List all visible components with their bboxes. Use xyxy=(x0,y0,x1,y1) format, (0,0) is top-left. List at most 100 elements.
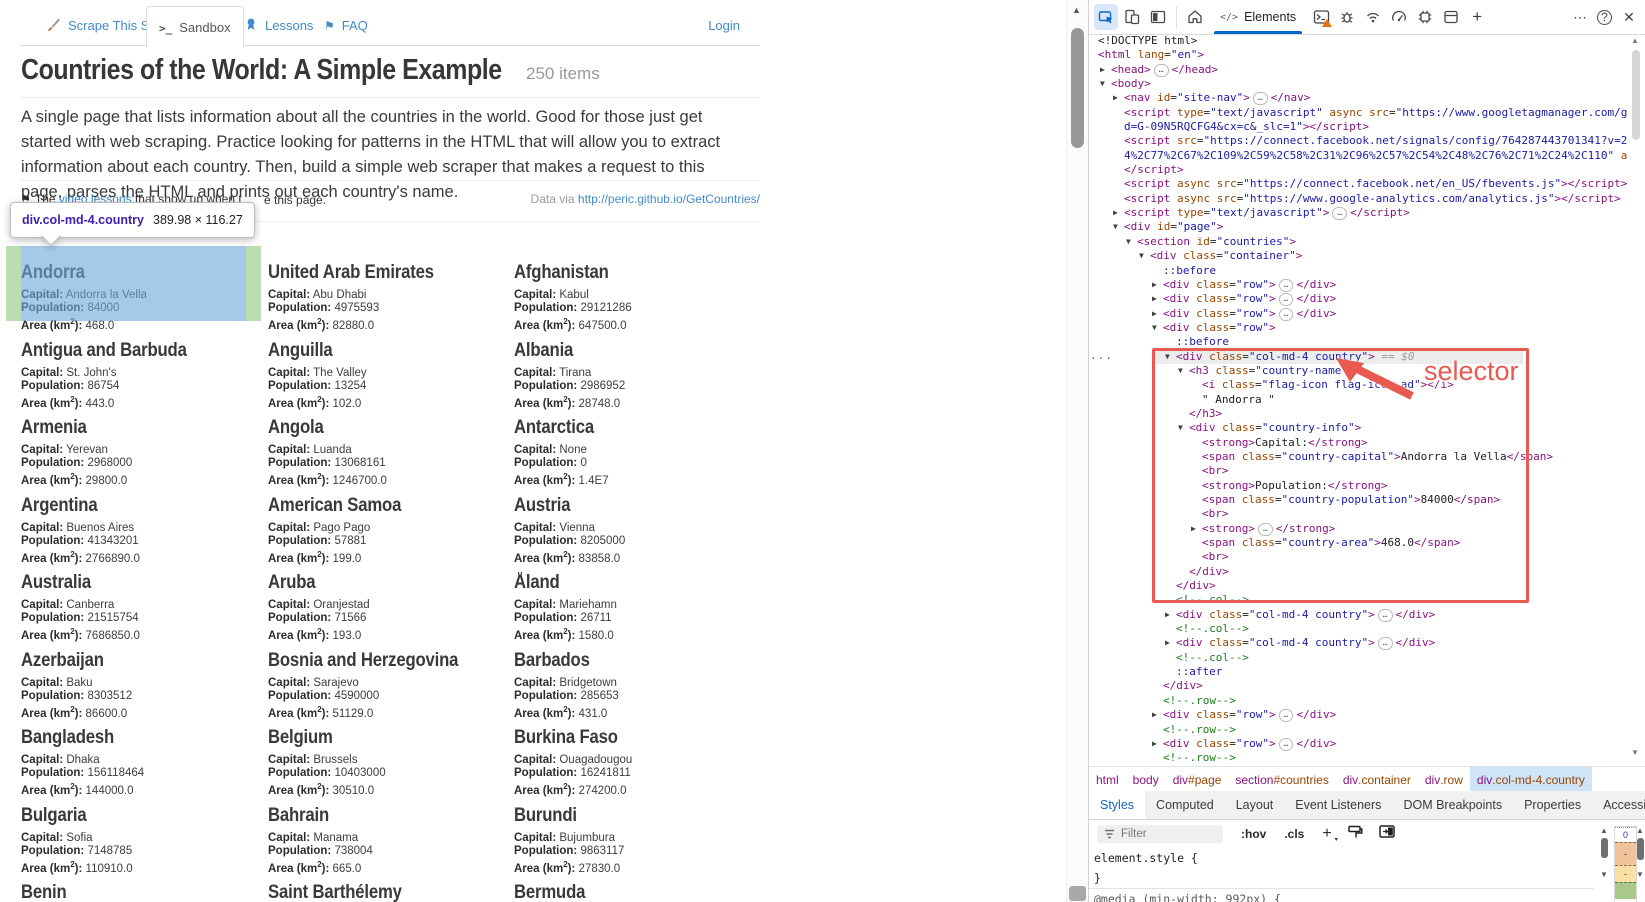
dom-tree-node[interactable]: 4%2C77%2C67%2C109%2C59%2C58%2C31%2C96%2C… xyxy=(1089,149,1627,163)
dom-tree-node[interactable]: ▼<div class="container"> xyxy=(1089,249,1627,263)
dom-tree-node[interactable]: ▶<div class="row">…</div> xyxy=(1089,307,1627,321)
dom-tree-node[interactable]: <strong>Population:</strong> xyxy=(1089,479,1627,493)
tree-scroll-down-icon[interactable]: ▼ xyxy=(1631,748,1639,757)
dom-tree-node[interactable]: ▶<div class="row">…</div> xyxy=(1089,278,1627,292)
collapse-arrow-icon[interactable]: ▼ xyxy=(1113,220,1118,234)
dom-tree-node[interactable]: ▶<head>…</head> xyxy=(1089,63,1627,77)
dom-tree-node[interactable]: <script src="https://connect.facebook.ne… xyxy=(1089,134,1627,148)
toggle-hover-state[interactable]: :hov xyxy=(1241,827,1266,841)
styles-tab-properties[interactable]: Properties xyxy=(1513,791,1592,819)
scrollbar-thumb[interactable] xyxy=(1637,838,1644,860)
styles-tab-dom-breakpoints[interactable]: DOM Breakpoints xyxy=(1392,791,1513,819)
dom-tree-node[interactable]: ▶<nav id="site-nav">…</nav> xyxy=(1089,91,1627,105)
dom-tree-node[interactable]: </div> xyxy=(1089,565,1627,579)
dom-tree-scrollbar[interactable]: ▲ ▼ xyxy=(1627,34,1644,766)
breadcrumb-item[interactable]: div.row xyxy=(1418,767,1470,792)
dom-tree-node[interactable]: <script async src="https://connect.faceb… xyxy=(1089,177,1627,191)
breadcrumb-item[interactable]: div.container xyxy=(1336,767,1418,792)
expand-arrow-icon[interactable]: ▶ xyxy=(1113,91,1118,105)
login-link[interactable]: Login xyxy=(708,18,740,33)
dom-tree-node[interactable]: ▶<script type="text/javascript">…</scrip… xyxy=(1089,206,1627,220)
dom-tree-node[interactable]: ▶<div class="row">…</div> xyxy=(1089,292,1627,306)
dom-tree-node[interactable]: <i class="flag-icon flag-icon-ad"></i> xyxy=(1089,378,1627,392)
scrollbar-thumb[interactable] xyxy=(1071,28,1084,148)
expand-arrow-icon[interactable]: ▶ xyxy=(1152,307,1157,321)
dom-tree-node[interactable]: " Andorra " xyxy=(1089,393,1627,407)
dom-tree-node[interactable]: <script type="text/javascript" async src… xyxy=(1089,106,1627,120)
dom-tree-node[interactable]: ::before xyxy=(1089,335,1627,349)
styles-scrollbar[interactable]: ▲ ▼ xyxy=(1600,826,1610,902)
dom-tree-node[interactable]: <html lang="en"> xyxy=(1089,48,1627,62)
tree-scrollbar-thumb[interactable] xyxy=(1632,50,1640,140)
dom-tree-node[interactable]: </h3> xyxy=(1089,407,1627,421)
styles-tab-layout[interactable]: Layout xyxy=(1225,791,1285,819)
breadcrumb-item[interactable]: div.col-md-4.country xyxy=(1470,767,1592,792)
filter-input[interactable]: Filter xyxy=(1097,825,1223,843)
memory-icon[interactable] xyxy=(1413,4,1437,30)
expand-arrow-icon[interactable]: ▶ xyxy=(1165,636,1170,650)
breadcrumb-item[interactable]: body xyxy=(1126,767,1166,792)
expand-arrow-icon[interactable]: ▶ xyxy=(1165,608,1170,622)
expand-ellipsis-icon[interactable]: … xyxy=(1258,523,1273,536)
page-scrollbar[interactable]: ▲ xyxy=(1066,0,1089,902)
nav-item-sandbox[interactable]: >_Sandbox xyxy=(146,6,244,48)
expand-ellipsis-icon[interactable]: … xyxy=(1279,279,1294,292)
dom-tree-node[interactable]: <br> xyxy=(1089,550,1627,564)
dom-tree-node[interactable]: ::before xyxy=(1089,264,1627,278)
dom-tree-node[interactable]: </script> xyxy=(1089,163,1627,177)
scroll-down-button[interactable] xyxy=(1069,886,1086,901)
scroll-up-icon[interactable]: ▲ xyxy=(1072,5,1081,15)
dom-tree-node[interactable]: d=G-09N5RQCFG4&cx=c&_slc=1"></script> xyxy=(1089,120,1627,134)
expand-ellipsis-icon[interactable]: … xyxy=(1154,64,1169,77)
node-actions-icon[interactable]: ... xyxy=(1090,349,1113,362)
dom-tree-node[interactable]: ▶<div class="col-md-4 country">…</div> xyxy=(1089,636,1627,650)
dom-tree-node[interactable]: </div> xyxy=(1089,679,1627,693)
more-tools-add-icon[interactable]: + xyxy=(1465,4,1489,30)
dom-tree-node[interactable]: ▶<strong>…</strong> xyxy=(1089,522,1627,536)
help-icon[interactable]: ? xyxy=(1597,10,1612,25)
inspect-element-icon[interactable] xyxy=(1094,4,1118,30)
network-icon[interactable] xyxy=(1361,4,1385,30)
device-emulation-icon[interactable] xyxy=(1120,4,1144,30)
expand-ellipsis-icon[interactable]: … xyxy=(1279,738,1294,751)
expand-ellipsis-icon[interactable]: … xyxy=(1279,308,1294,321)
expand-ellipsis-icon[interactable]: … xyxy=(1279,293,1294,306)
box-model-scrollbar[interactable]: ▲ ▼ xyxy=(1636,826,1645,902)
styles-tab-styles[interactable]: Styles xyxy=(1089,791,1145,819)
coloring-format-icon[interactable] xyxy=(1348,825,1363,844)
expand-arrow-icon[interactable]: ▶ xyxy=(1152,737,1157,751)
dom-tree-node[interactable]: <span class="country-capital">Andorra la… xyxy=(1089,450,1627,464)
collapse-arrow-icon[interactable]: ▼ xyxy=(1178,364,1183,378)
collapse-arrow-icon[interactable]: ▼ xyxy=(1126,235,1131,249)
data-source-link[interactable]: http://peric.github.io/GetCountries/ xyxy=(578,192,760,206)
dom-tree-node[interactable]: ▼<section id="countries"> xyxy=(1089,235,1627,249)
scrollbar-thumb[interactable] xyxy=(1601,838,1608,858)
dom-tree-node[interactable]: ::after xyxy=(1089,665,1627,679)
dom-tree-node[interactable]: ▼<div class="row"> xyxy=(1089,321,1627,335)
dom-tree-node[interactable]: <span class="country-population">84000</… xyxy=(1089,493,1627,507)
expand-arrow-icon[interactable]: ▶ xyxy=(1152,708,1157,722)
dom-tree-node[interactable]: <script async src="https://www.google-an… xyxy=(1089,192,1627,206)
dom-tree-node[interactable]: ▼<div id="page"> xyxy=(1089,220,1627,234)
collapse-arrow-icon[interactable]: ▼ xyxy=(1100,77,1105,91)
dom-tree-node[interactable]: </div> xyxy=(1089,579,1627,593)
dom-tree-node[interactable]: ▶<div class="col-md-4 country">…</div> xyxy=(1089,608,1627,622)
collapse-arrow-icon[interactable]: ▼ xyxy=(1139,249,1144,263)
expand-ellipsis-icon[interactable]: … xyxy=(1332,207,1347,220)
dom-tree-node[interactable]: ▶<div class="row">…</div> xyxy=(1089,708,1627,722)
dom-tree-node[interactable]: <!--.col--> xyxy=(1089,593,1627,607)
dom-tree-node[interactable]: <strong>Capital:</strong> xyxy=(1089,436,1627,450)
styles-tab-computed[interactable]: Computed xyxy=(1145,791,1225,819)
expand-arrow-icon[interactable]: ▶ xyxy=(1152,278,1157,292)
dom-tree-node-selected[interactable]: ▼<div class="col-md-4 country"> == $0 xyxy=(1089,350,1627,364)
expand-arrow-icon[interactable]: ▶ xyxy=(1100,63,1105,77)
dom-tree-node[interactable]: <!--.col--> xyxy=(1089,622,1627,636)
collapse-arrow-icon[interactable]: ▼ xyxy=(1165,350,1170,364)
computed-sidebar-toggle-icon[interactable] xyxy=(1379,825,1395,843)
scroll-down-icon[interactable]: ▼ xyxy=(1600,870,1608,879)
expand-arrow-icon[interactable]: ▶ xyxy=(1152,292,1157,306)
application-icon[interactable] xyxy=(1439,4,1463,30)
dom-tree-node[interactable]: ▼<h3 class="country-name"> xyxy=(1089,364,1627,378)
dom-tree-node[interactable]: ▼<div class="country-info"> xyxy=(1089,421,1627,435)
dom-tree-node[interactable]: <!--.row--> xyxy=(1089,751,1627,765)
